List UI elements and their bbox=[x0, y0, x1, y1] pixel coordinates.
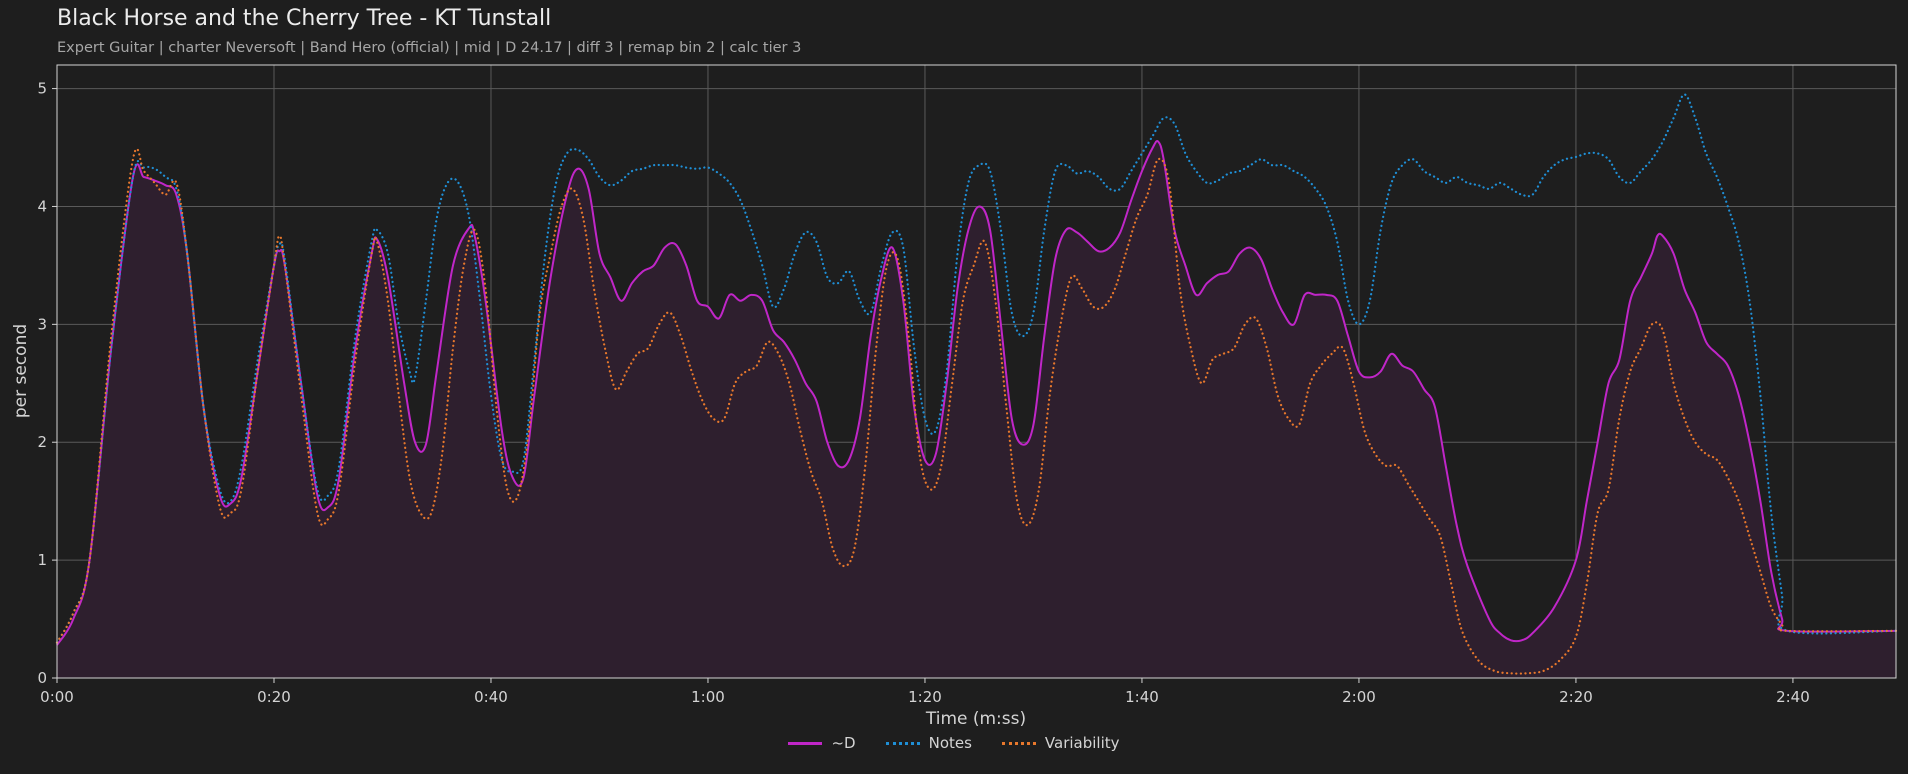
x-tick-label: 1:40 bbox=[1125, 688, 1159, 706]
y-tick-label: 5 bbox=[37, 80, 47, 98]
x-tick-label: 0:20 bbox=[257, 688, 291, 706]
legend-label: Notes bbox=[928, 734, 972, 752]
chart-legend: ~D Notes Variability bbox=[0, 734, 1908, 752]
legend-label: ~D bbox=[831, 734, 856, 752]
y-axis-label: per second bbox=[11, 324, 31, 418]
legend-label: Variability bbox=[1044, 734, 1120, 752]
x-tick-label: 1:20 bbox=[908, 688, 942, 706]
x-tick-label: 2:20 bbox=[1559, 688, 1593, 706]
legend-item-notes: Notes bbox=[885, 734, 972, 752]
legend-item-variability: Variability bbox=[1001, 734, 1120, 752]
legend-item-d: ~D bbox=[788, 734, 856, 752]
x-tick-label: 0:00 bbox=[40, 688, 74, 706]
legend-swatch bbox=[788, 741, 823, 745]
x-tick-label: 2:00 bbox=[1342, 688, 1376, 706]
legend-swatch bbox=[1001, 741, 1036, 745]
line-chart: 0:00 0:20 0:40 1:00 1:20 1:40 2:00 2:20 2:40 0 1 2… bbox=[11, 64, 1898, 729]
x-tick-label: 0:40 bbox=[474, 688, 508, 706]
x-tick-label: 2:40 bbox=[1776, 688, 1810, 706]
y-tick-label: 4 bbox=[37, 197, 47, 215]
x-tick-label: 1:00 bbox=[691, 688, 725, 706]
y-axis-ticks: 0 1 2 3 4 5 bbox=[37, 80, 57, 687]
y-tick-label: 2 bbox=[37, 433, 47, 451]
x-axis-ticks: 0:00 0:20 0:40 1:00 1:20 1:40 2:00 2:20 2:40 bbox=[40, 678, 1810, 706]
legend-swatch bbox=[885, 741, 920, 745]
y-tick-label: 1 bbox=[37, 551, 47, 569]
y-tick-label: 0 bbox=[37, 669, 47, 687]
x-axis-label: Time (m:ss) bbox=[925, 709, 1026, 729]
y-tick-label: 3 bbox=[37, 315, 47, 333]
